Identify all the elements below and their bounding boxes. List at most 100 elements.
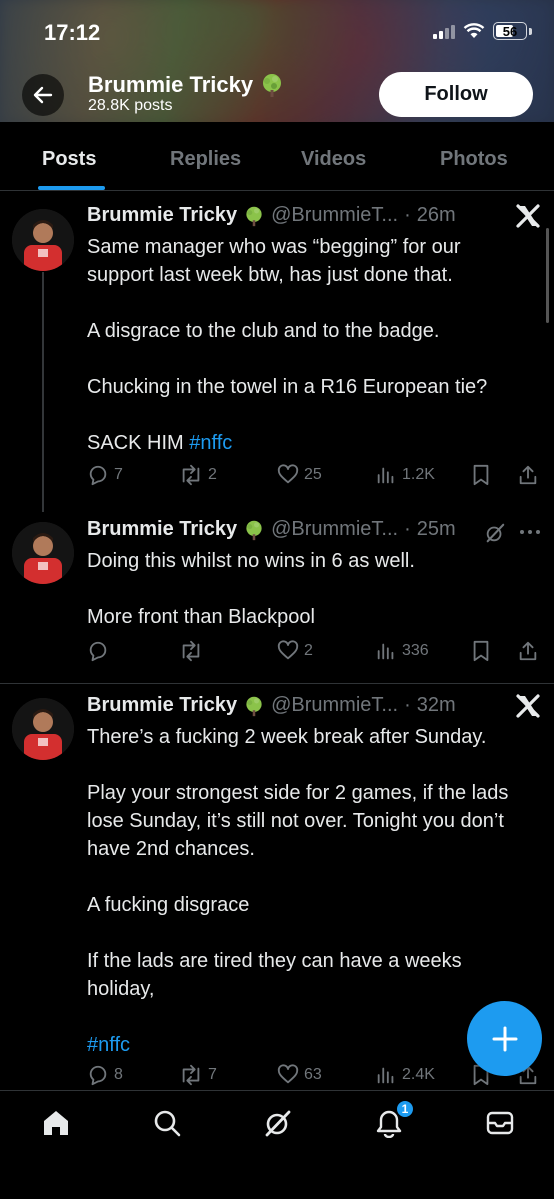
author-handle[interactable]: @BrummieT... bbox=[271, 204, 398, 227]
x-logo-icon[interactable] bbox=[515, 203, 541, 236]
tweet-line: There’s a fucking 2 week break after Sun… bbox=[87, 726, 487, 748]
avatar-image bbox=[12, 522, 74, 584]
bookmark-icon bbox=[473, 464, 489, 486]
back-arrow-icon bbox=[33, 86, 53, 104]
tweet-actions: 2 336 bbox=[87, 640, 537, 664]
nav-grok[interactable] bbox=[262, 1107, 294, 1139]
x-logo-icon[interactable] bbox=[515, 693, 541, 726]
repost-count: 7 bbox=[208, 1066, 217, 1083]
compose-button[interactable] bbox=[467, 1001, 542, 1076]
like-count: 63 bbox=[304, 1066, 322, 1083]
tweet-line: Same manager who was “begging” for our s… bbox=[87, 236, 461, 286]
author-name[interactable]: Brummie Tricky bbox=[87, 518, 237, 541]
tweet-line: More front than Blackpool bbox=[87, 606, 315, 628]
messages-icon bbox=[486, 1111, 514, 1135]
nav-search[interactable] bbox=[151, 1107, 183, 1139]
like-button[interactable]: 63 bbox=[277, 1064, 322, 1086]
hashtag-link[interactable]: #nffc bbox=[189, 432, 232, 454]
home-icon bbox=[44, 1111, 68, 1135]
plus-icon bbox=[492, 1026, 517, 1051]
reply-icon bbox=[89, 641, 107, 662]
repost-button[interactable]: 2 bbox=[179, 464, 217, 486]
nav-home[interactable] bbox=[40, 1107, 72, 1139]
hashtag-link[interactable]: #nffc bbox=[87, 1034, 130, 1056]
repost-button[interactable]: 7 bbox=[179, 1064, 217, 1086]
tweet-time[interactable]: 32m bbox=[417, 694, 456, 717]
signal-icon bbox=[433, 23, 455, 39]
bottom-nav: 1 bbox=[0, 1090, 554, 1199]
tweet-line-text: SACK HIM bbox=[87, 432, 190, 454]
repost-button[interactable] bbox=[179, 640, 208, 662]
wifi-icon bbox=[463, 23, 485, 38]
author-name[interactable]: Brummie Tricky bbox=[87, 694, 237, 717]
battery-icon: 56 bbox=[493, 22, 527, 40]
like-icon bbox=[277, 640, 299, 660]
repost-icon bbox=[182, 640, 200, 662]
status-indicators: 56 bbox=[433, 22, 532, 40]
nav-messages[interactable] bbox=[484, 1107, 516, 1139]
more-icon bbox=[520, 530, 540, 534]
separator-dot: · bbox=[404, 204, 411, 226]
reply-count: 7 bbox=[114, 466, 123, 483]
separator-dot: · bbox=[404, 518, 411, 540]
reply-icon bbox=[89, 465, 107, 486]
tab-posts[interactable]: Posts bbox=[42, 148, 96, 171]
tweet-actions: 8 7 63 2.4K bbox=[87, 1064, 537, 1088]
bookmark-button[interactable] bbox=[471, 464, 491, 486]
author-handle[interactable]: @BrummieT... bbox=[271, 518, 398, 541]
like-button[interactable]: 25 bbox=[277, 464, 322, 486]
author-handle[interactable]: @BrummieT... bbox=[271, 694, 398, 717]
tweet-body: Doing this whilst no wins in 6 as well. … bbox=[87, 547, 527, 631]
tweet-body: Same manager who was “begging” for our s… bbox=[87, 233, 527, 457]
avatar[interactable] bbox=[12, 698, 74, 760]
reply-button[interactable]: 8 bbox=[87, 1064, 123, 1086]
profile-post-count: 28.8K posts bbox=[88, 97, 173, 114]
like-count: 2 bbox=[304, 642, 313, 659]
share-button[interactable] bbox=[517, 640, 539, 662]
tab-videos[interactable]: Videos bbox=[301, 148, 366, 171]
like-icon bbox=[277, 1064, 299, 1084]
repost-icon bbox=[182, 1064, 200, 1086]
profile-name: Brummie Tricky bbox=[88, 72, 254, 97]
scrollbar[interactable] bbox=[546, 228, 549, 323]
views-icon bbox=[377, 467, 394, 484]
repost-icon bbox=[182, 464, 200, 486]
avatar[interactable] bbox=[12, 209, 74, 271]
bookmark-icon bbox=[473, 640, 489, 662]
author-name[interactable]: Brummie Tricky bbox=[87, 204, 237, 227]
more-button[interactable] bbox=[518, 522, 542, 547]
view-count: 2.4K bbox=[402, 1066, 435, 1083]
reply-button[interactable] bbox=[87, 640, 114, 662]
grok-button[interactable] bbox=[484, 522, 506, 549]
tweet-actions: 7 2 25 1.2K bbox=[87, 464, 537, 488]
like-button[interactable]: 2 bbox=[277, 640, 313, 662]
tweet-time[interactable]: 25m bbox=[417, 518, 456, 541]
follow-button[interactable]: Follow bbox=[379, 72, 533, 117]
tree-emoji-icon bbox=[263, 74, 282, 97]
tweet-time[interactable]: 26m bbox=[417, 204, 456, 227]
tweet-header: Brummie Tricky @BrummieT... · 26m bbox=[87, 204, 456, 227]
back-button[interactable] bbox=[22, 74, 64, 116]
reply-button[interactable]: 7 bbox=[87, 464, 123, 486]
battery-level: 56 bbox=[502, 23, 518, 39]
tweet-line: Play your strongest side for 2 games, if… bbox=[87, 782, 509, 860]
bookmark-button[interactable] bbox=[471, 640, 491, 662]
avatar[interactable] bbox=[12, 522, 74, 584]
avatar-image bbox=[12, 698, 74, 760]
share-icon bbox=[519, 641, 537, 661]
tab-replies[interactable]: Replies bbox=[170, 148, 241, 171]
views-button[interactable]: 2.4K bbox=[375, 1064, 435, 1086]
repost-count: 2 bbox=[208, 466, 217, 483]
views-button[interactable]: 1.2K bbox=[375, 464, 435, 486]
search-icon bbox=[154, 1110, 181, 1137]
tweet-line: SACK HIM #nffc bbox=[87, 429, 527, 457]
tab-photos[interactable]: Photos bbox=[440, 148, 508, 171]
views-button[interactable]: 336 bbox=[375, 640, 429, 662]
reply-count: 8 bbox=[114, 1066, 123, 1083]
active-tab-indicator bbox=[38, 186, 105, 190]
views-icon bbox=[377, 1067, 394, 1084]
view-count: 1.2K bbox=[402, 466, 435, 483]
tweet-header: Brummie Tricky @BrummieT... · 32m bbox=[87, 694, 456, 717]
share-button[interactable] bbox=[517, 464, 539, 486]
reply-icon bbox=[89, 1065, 107, 1086]
